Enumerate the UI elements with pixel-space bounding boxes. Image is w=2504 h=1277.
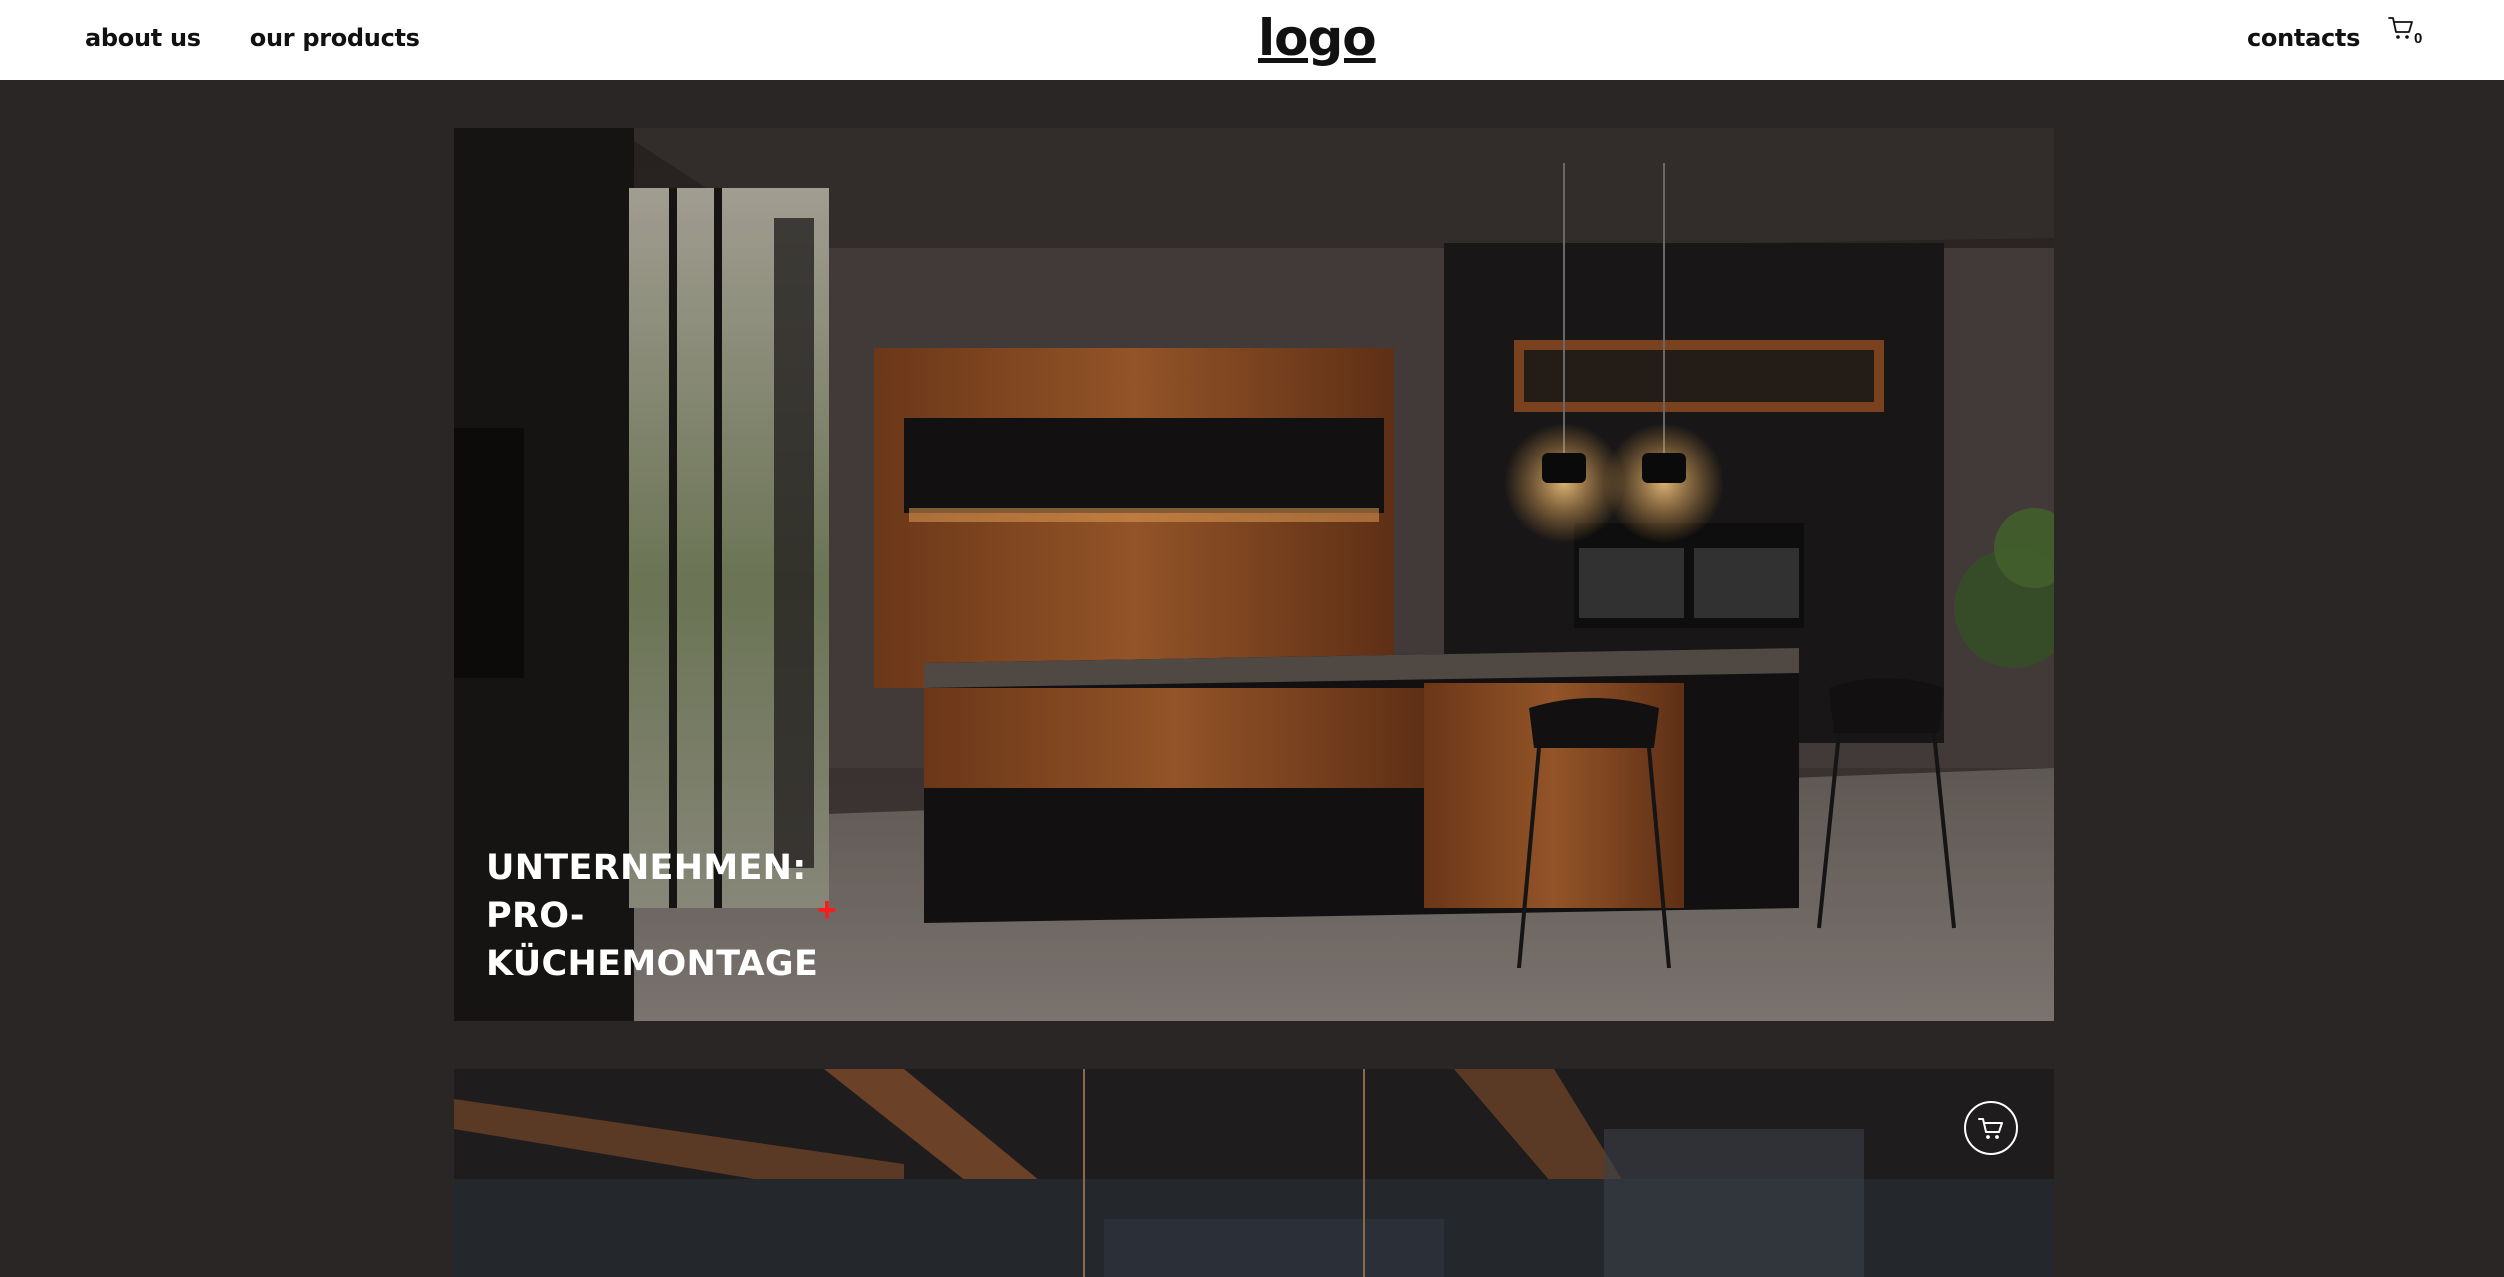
cart-icon <box>2388 17 2413 39</box>
hero-title-line-1: UNTERNEHMEN: <box>486 848 807 888</box>
hero-title-line-2: PRO- <box>486 896 585 936</box>
kitchen-card-image <box>454 1069 2054 1277</box>
hero-banner[interactable]: UNTERNEHMEN: PRO- KÜCHEMONTAGE + <box>454 128 2054 1021</box>
hero-title: UNTERNEHMEN: PRO- KÜCHEMONTAGE <box>486 844 819 988</box>
cart-icon <box>1978 1118 2003 1139</box>
nav-our-products[interactable]: our products <box>250 24 420 52</box>
hero-expand-plus[interactable]: + <box>817 893 837 927</box>
add-to-cart-button[interactable] <box>1964 1101 2018 1155</box>
primary-nav: about us our products <box>85 24 420 52</box>
site-logo[interactable]: logo <box>1258 9 1377 67</box>
hero-title-line-3: KÜCHEMONTAGE <box>486 944 819 984</box>
header-cart-button[interactable]: 0 <box>2387 14 2427 50</box>
cart-count: 0 <box>2414 30 2423 47</box>
site-header: about us our products logo contacts 0 <box>0 0 2504 80</box>
nav-about-us[interactable]: about us <box>85 24 201 52</box>
nav-contacts[interactable]: contacts <box>2247 24 2360 52</box>
product-card-2[interactable] <box>454 1069 2054 1277</box>
